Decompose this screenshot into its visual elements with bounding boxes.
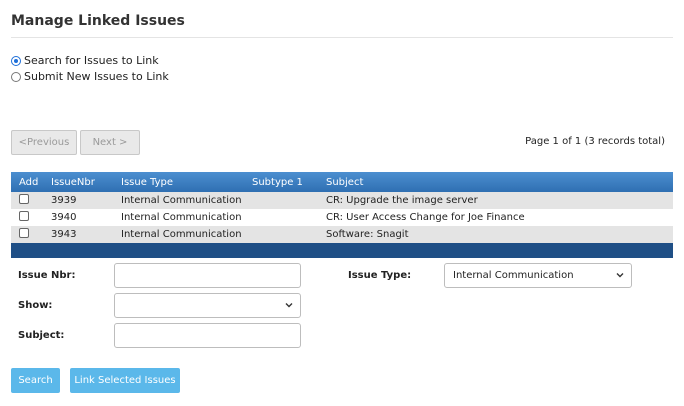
subject-input[interactable] xyxy=(114,323,301,348)
radio-submit-label: Submit New Issues to Link xyxy=(24,70,169,83)
subject-label: Subject: xyxy=(18,330,65,341)
grid-footer xyxy=(11,243,673,258)
previous-button[interactable]: <Previous xyxy=(11,130,77,155)
title-divider xyxy=(11,37,673,38)
add-checkbox[interactable] xyxy=(19,228,29,238)
issue-type-value: Internal Communication xyxy=(453,270,574,281)
col-header-add[interactable]: Add xyxy=(11,177,40,188)
radio-search-label: Search for Issues to Link xyxy=(24,54,159,67)
table-row[interactable]: 3940 Internal Communication CR: User Acc… xyxy=(11,209,673,226)
cell-issue-nbr: 3940 xyxy=(51,212,77,223)
issue-nbr-input[interactable] xyxy=(114,263,301,288)
col-header-issue-type[interactable]: Issue Type xyxy=(110,177,246,188)
cell-subject: Software: Snagit xyxy=(326,229,409,240)
show-label: Show: xyxy=(18,300,53,311)
table-row[interactable]: 3943 Internal Communication Software: Sn… xyxy=(11,226,673,243)
grid-header: Add IssueNbr Issue Type Subtype 1 Subjec… xyxy=(11,172,673,192)
cell-subject: CR: Upgrade the image server xyxy=(326,195,478,206)
col-header-subject[interactable]: Subject xyxy=(320,177,673,188)
search-button[interactable]: Search xyxy=(11,368,60,393)
issue-type-select[interactable]: Internal Communication xyxy=(444,263,632,288)
show-select[interactable] xyxy=(114,293,301,318)
chevron-down-icon xyxy=(285,303,293,308)
radio-search-issues[interactable]: Search for Issues to Link xyxy=(11,54,159,67)
add-checkbox[interactable] xyxy=(19,194,29,204)
issue-type-label: Issue Type: xyxy=(348,270,412,281)
next-button[interactable]: Next > xyxy=(80,130,140,155)
issues-grid: Add IssueNbr Issue Type Subtype 1 Subjec… xyxy=(11,172,673,258)
cell-subject: CR: User Access Change for Joe Finance xyxy=(326,212,525,223)
cell-issue-nbr: 3939 xyxy=(51,195,77,206)
radio-submit-new-issues[interactable]: Submit New Issues to Link xyxy=(11,70,169,83)
add-checkbox[interactable] xyxy=(19,211,29,221)
radio-selected-icon[interactable] xyxy=(11,55,21,66)
issue-nbr-label: Issue Nbr: xyxy=(18,270,76,281)
chevron-down-icon xyxy=(616,273,624,278)
cell-issue-type: Internal Communication xyxy=(121,195,242,206)
page-info: Page 1 of 1 (3 records total) xyxy=(525,136,665,147)
col-header-issue-nbr[interactable]: IssueNbr xyxy=(40,177,110,188)
cell-issue-nbr: 3943 xyxy=(51,229,77,240)
col-header-subtype1[interactable]: Subtype 1 xyxy=(246,177,320,188)
page-title: Manage Linked Issues xyxy=(11,13,185,29)
radio-unselected-icon[interactable] xyxy=(11,71,21,82)
cell-issue-type: Internal Communication xyxy=(121,229,242,240)
link-selected-issues-button[interactable]: Link Selected Issues xyxy=(70,368,180,393)
table-row[interactable]: 3939 Internal Communication CR: Upgrade … xyxy=(11,192,673,209)
cell-issue-type: Internal Communication xyxy=(121,212,242,223)
